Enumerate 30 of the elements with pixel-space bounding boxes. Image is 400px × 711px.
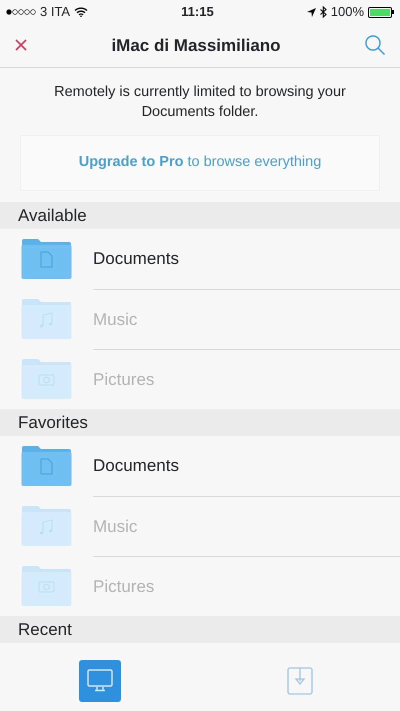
pictures-folder-icon <box>21 359 72 399</box>
section-header: Recent <box>0 616 400 643</box>
bluetooth-icon <box>320 6 327 18</box>
document-folder-icon <box>21 446 72 486</box>
section-header: Favorites <box>0 409 400 436</box>
upgrade-button[interactable]: Upgrade to Pro to browse everything <box>20 134 380 191</box>
battery-label: 100% <box>330 3 364 22</box>
monitor-icon <box>87 669 113 693</box>
tab-button[interactable] <box>79 660 121 702</box>
nav-title: iMac di Massimiliano <box>111 34 281 57</box>
folder-name: Music <box>93 289 400 349</box>
pictures-folder-icon <box>21 566 72 606</box>
folder-name: Documents <box>93 248 180 270</box>
folder-name: Documents <box>93 455 180 477</box>
music-folder-icon <box>21 506 72 546</box>
folder-row[interactable]: Documents <box>0 229 400 289</box>
music-folder-icon <box>21 299 72 339</box>
section-header: Available <box>0 202 400 229</box>
signal-icon <box>6 9 36 15</box>
battery-icon <box>368 6 394 18</box>
time-label: 11:15 <box>181 3 214 22</box>
notice-text: Remotely is currently limited to browsing your Documents folder. <box>53 83 347 122</box>
search-button[interactable] <box>364 34 386 58</box>
folder-row[interactable]: Documents <box>0 436 400 496</box>
carrier-label: 3 ITA <box>40 3 70 22</box>
download-icon <box>287 667 313 695</box>
folder-name: Music <box>93 496 400 556</box>
wifi-icon <box>74 7 88 17</box>
location-arrow-icon <box>306 8 316 16</box>
document-folder-icon <box>21 239 72 279</box>
